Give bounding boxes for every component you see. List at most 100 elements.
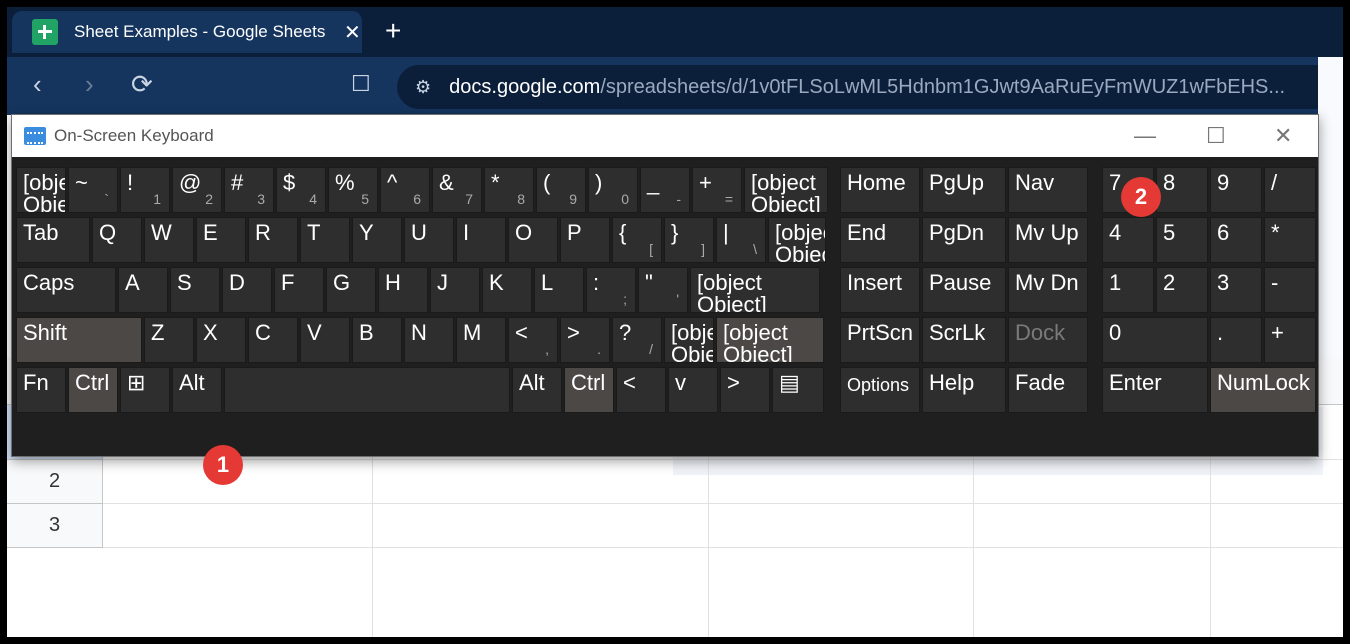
nav-key-12[interactable]: Options (840, 367, 920, 413)
key-row5-5[interactable]: Alt (512, 367, 562, 413)
key-14[interactable]: [object Object] (744, 167, 828, 213)
key-f[interactable]: F (274, 267, 324, 313)
key-x[interactable]: X (196, 317, 246, 363)
key-1[interactable]: ~ ` (68, 167, 118, 213)
key-shift[interactable]: Shift (16, 317, 142, 363)
key-3[interactable]: @2 (172, 167, 222, 213)
key-8[interactable]: & 7 (432, 167, 482, 213)
key-5[interactable]: $4 (276, 167, 326, 213)
key-r4b-4[interactable]: [object Object] (716, 317, 824, 363)
numpad-key-12[interactable]: 0 (1102, 317, 1208, 363)
key-row5-2[interactable]: ⊞ (120, 367, 170, 413)
numpad-key-8[interactable]: 1 (1102, 267, 1154, 313)
numpad-key-15[interactable]: Enter (1102, 367, 1208, 413)
new-tab-button[interactable]: + (385, 15, 401, 47)
osk-title-bar[interactable]: On-Screen Keyboard — ☐ ✕ (12, 115, 1318, 157)
numpad-key-3[interactable]: / (1264, 167, 1316, 213)
key-row5-4[interactable] (224, 367, 510, 413)
maximize-icon[interactable]: ☐ (1206, 123, 1226, 149)
browser-tab[interactable]: Sheet Examples - Google Sheets ✕ (12, 11, 362, 53)
nav-key-0[interactable]: Home (840, 167, 920, 213)
nav-key-2[interactable]: Nav (1008, 167, 1088, 213)
address-bar[interactable]: ⚙ docs.google.com/spreadsheets/d/1v0tFLS… (397, 65, 1343, 109)
key-tab[interactable]: Tab (16, 217, 90, 263)
numpad-key-10[interactable]: 3 (1210, 267, 1262, 313)
key-row5-9[interactable]: > (720, 367, 770, 413)
key-13[interactable]: + = (692, 167, 742, 213)
nav-key-4[interactable]: PgDn (922, 217, 1006, 263)
nav-key-9[interactable]: PrtScn (840, 317, 920, 363)
numpad-key-11[interactable]: - (1264, 267, 1316, 313)
key-l[interactable]: L (534, 267, 584, 313)
key-12[interactable]: _ - (640, 167, 690, 213)
minimize-icon[interactable]: — (1134, 123, 1156, 149)
key-j[interactable]: J (430, 267, 480, 313)
key-row5-7[interactable]: < (616, 367, 666, 413)
numpad-key-9[interactable]: 2 (1156, 267, 1208, 313)
nav-key-14[interactable]: Fade (1008, 367, 1088, 413)
numpad-key-13[interactable]: . (1210, 317, 1262, 363)
numpad-key-14[interactable]: + (1264, 317, 1316, 363)
site-settings-icon[interactable]: ⚙ (415, 77, 431, 98)
tab-close-icon[interactable]: ✕ (344, 20, 361, 45)
nav-key-13[interactable]: Help (922, 367, 1006, 413)
nav-key-11[interactable]: Dock (1008, 317, 1088, 363)
key-caps[interactable]: Caps (16, 267, 116, 313)
key-r2b-3[interactable]: [object Object] (768, 217, 826, 263)
key-r4b-3[interactable]: [object Object] (664, 317, 714, 363)
key-r3b-0[interactable]: :; (586, 267, 636, 313)
key-h[interactable]: H (378, 267, 428, 313)
key-row5-8[interactable]: v (668, 367, 718, 413)
key-r2b-2[interactable]: | \ (716, 217, 766, 263)
reload-icon[interactable]: ⟳ (131, 71, 153, 97)
key-r[interactable]: R (248, 217, 298, 263)
key-4[interactable]: #3 (224, 167, 274, 213)
key-r2b-1[interactable]: }] (664, 217, 714, 263)
key-r3b-2[interactable]: [object Object] (690, 267, 820, 313)
key-k[interactable]: K (482, 267, 532, 313)
nav-key-6[interactable]: Insert (840, 267, 920, 313)
key-6[interactable]: % 5 (328, 167, 378, 213)
key-r4b-2[interactable]: ? / (612, 317, 662, 363)
key-o[interactable]: O (508, 217, 558, 263)
key-c[interactable]: C (248, 317, 298, 363)
nav-key-1[interactable]: PgUp (922, 167, 1006, 213)
key-r4b-1[interactable]: >. (560, 317, 610, 363)
nav-key-7[interactable]: Pause (922, 267, 1006, 313)
key-row5-10[interactable]: ▤ (772, 367, 824, 413)
nav-key-3[interactable]: End (840, 217, 920, 263)
key-7[interactable]: ^ 6 (380, 167, 430, 213)
key-e[interactable]: E (196, 217, 246, 263)
numpad-key-2[interactable]: 9 (1210, 167, 1262, 213)
key-s[interactable]: S (170, 267, 220, 313)
key-w[interactable]: W (144, 217, 194, 263)
row-header-3[interactable]: 3 (7, 504, 103, 548)
key-row5-1[interactable]: Ctrl (68, 367, 118, 413)
key-z[interactable]: Z (144, 317, 194, 363)
numpad-key-16[interactable]: NumLock (1210, 367, 1316, 413)
key-b[interactable]: B (352, 317, 402, 363)
bookmark-icon[interactable]: ☐ (351, 71, 371, 97)
numpad-key-5[interactable]: 5 (1156, 217, 1208, 263)
key-u[interactable]: U (404, 217, 454, 263)
key-y[interactable]: Y (352, 217, 402, 263)
forward-icon[interactable]: › (85, 71, 94, 97)
key-r3b-1[interactable]: " ' (638, 267, 688, 313)
numpad-key-7[interactable]: * (1264, 217, 1316, 263)
key-r4b-0[interactable]: <, (508, 317, 558, 363)
key-11[interactable]: ) 0 (588, 167, 638, 213)
nav-key-8[interactable]: Mv Dn (1008, 267, 1088, 313)
key-v[interactable]: V (300, 317, 350, 363)
key-10[interactable]: (9 (536, 167, 586, 213)
key-a[interactable]: A (118, 267, 168, 313)
key-g[interactable]: G (326, 267, 376, 313)
numpad-key-4[interactable]: 4 (1102, 217, 1154, 263)
key-row5-0[interactable]: Fn (16, 367, 66, 413)
key-q[interactable]: Q (92, 217, 142, 263)
key-row5-3[interactable]: Alt (172, 367, 222, 413)
numpad-key-6[interactable]: 6 (1210, 217, 1262, 263)
nav-key-5[interactable]: Mv Up (1008, 217, 1088, 263)
key-n[interactable]: N (404, 317, 454, 363)
key-9[interactable]: * 8 (484, 167, 534, 213)
back-icon[interactable]: ‹ (33, 71, 42, 97)
